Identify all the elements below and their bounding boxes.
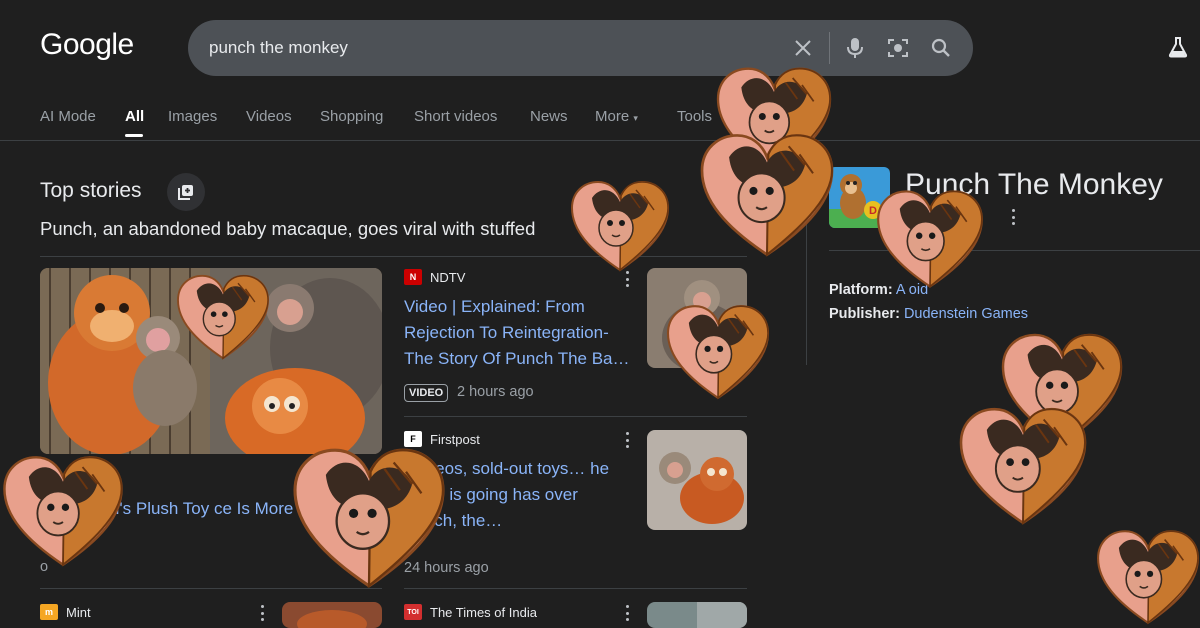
monkey-heart-sticker <box>177 274 269 360</box>
clear-icon[interactable] <box>791 36 815 60</box>
monkey-heart-sticker <box>959 407 1087 525</box>
search-icon[interactable] <box>929 36 953 60</box>
search-input[interactable]: punch the monkey <box>209 38 348 58</box>
story-source-name: The Times of India <box>430 604 537 620</box>
tab-news[interactable]: News <box>530 108 568 125</box>
tab-tools[interactable]: Tools <box>677 108 712 125</box>
search-box[interactable]: punch the monkey <box>188 20 973 76</box>
search-divider <box>829 32 830 64</box>
story-thumbnail[interactable] <box>647 430 747 530</box>
video-badge: VIDEO <box>404 384 449 402</box>
search-results-page: Google punch the monkey AI Mode All Imag… <box>0 0 1200 628</box>
top-stories-summary: Punch, an abandoned baby macaque, goes v… <box>40 218 536 239</box>
story-time: 2 hours ago <box>457 384 534 400</box>
more-options-icon[interactable] <box>259 605 265 621</box>
stack-cards-icon[interactable] <box>167 173 205 211</box>
google-logo[interactable]: Google <box>40 28 134 62</box>
story-source[interactable]: N NDTV <box>404 269 465 285</box>
monkey-heart-sticker <box>293 448 445 588</box>
toi-logo-icon: TOI <box>404 604 422 620</box>
more-options-icon[interactable] <box>624 432 630 448</box>
tab-more-label: More <box>595 108 630 125</box>
more-options-icon[interactable] <box>624 605 630 621</box>
monkey-heart-sticker <box>571 181 669 271</box>
divider <box>404 588 747 589</box>
publisher-row: Publisher: Dudenstein Games <box>829 306 1028 322</box>
story-source-name: Mint <box>66 604 91 620</box>
ndtv-logo-icon: N <box>404 269 422 285</box>
tab-more[interactable]: More ▾ <box>595 108 638 125</box>
story-thumbnail[interactable] <box>282 602 382 628</box>
active-tab-indicator <box>125 134 143 137</box>
lens-camera-icon[interactable] <box>886 36 910 60</box>
monkey-heart-sticker <box>877 190 983 288</box>
story-thumbnail[interactable] <box>647 602 747 628</box>
monkey-heart-sticker <box>666 305 770 399</box>
header-divider <box>0 140 1200 141</box>
tab-ai-mode[interactable]: AI Mode <box>40 108 96 125</box>
monkey-heart-sticker <box>700 134 834 256</box>
monkey-heart-sticker <box>3 456 123 566</box>
story-source[interactable]: m Mint <box>40 604 91 620</box>
microphone-icon[interactable] <box>843 36 867 60</box>
chevron-down-icon: ▾ <box>633 113 638 123</box>
tab-all[interactable]: All <box>125 108 144 125</box>
top-stories-heading: Top stories <box>40 179 142 202</box>
labs-flask-icon[interactable] <box>1167 36 1189 58</box>
story-source-name: NDTV <box>430 269 466 285</box>
tab-videos[interactable]: Videos <box>246 108 292 125</box>
mint-logo-icon: m <box>40 604 58 620</box>
more-options-icon[interactable] <box>1010 209 1016 225</box>
monkey-heart-sticker <box>1097 530 1199 624</box>
tab-short-videos[interactable]: Short videos <box>414 108 497 125</box>
story-source[interactable]: TOI The Times of India <box>404 604 537 620</box>
publisher-link[interactable]: Dudenstein Games <box>904 306 1028 322</box>
publisher-label: Publisher: <box>829 306 900 322</box>
tab-images[interactable]: Images <box>168 108 217 125</box>
tab-shopping[interactable]: Shopping <box>320 108 383 125</box>
divider <box>404 416 747 417</box>
story-title[interactable]: Video | Explained: From Rejection To Rei… <box>404 294 640 372</box>
